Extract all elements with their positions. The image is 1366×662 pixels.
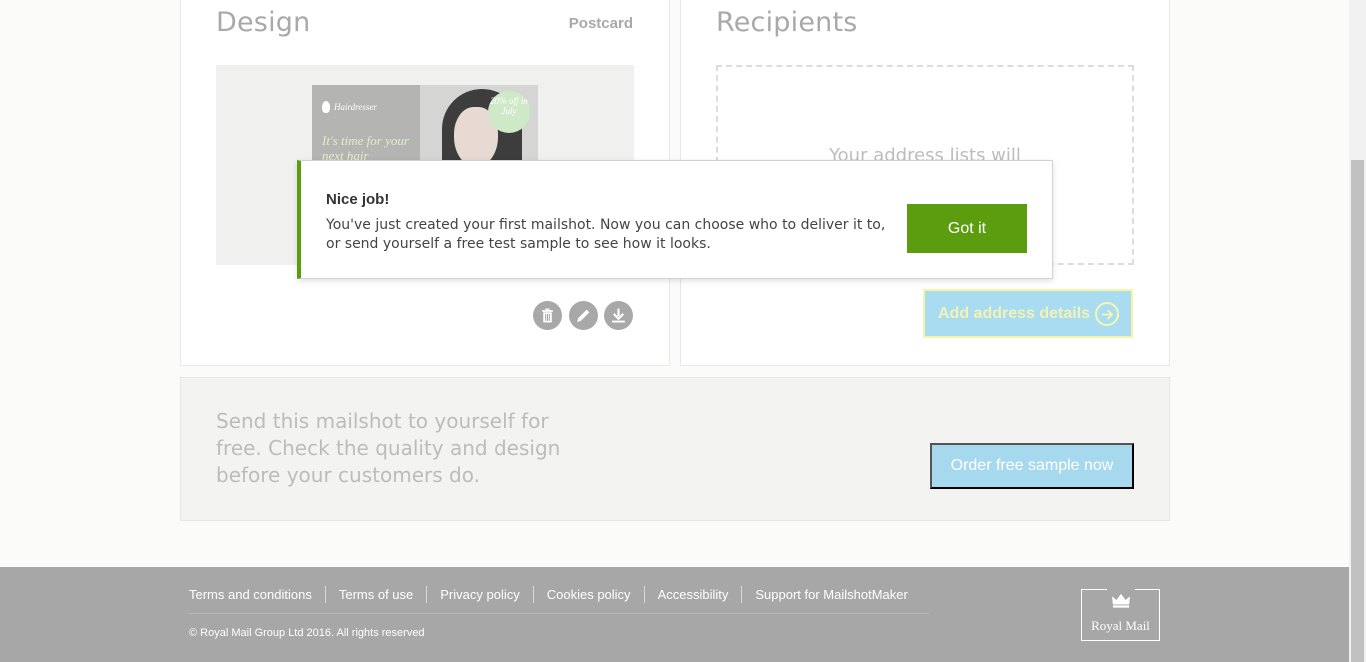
download-icon — [612, 308, 625, 323]
footer-link-accessibility[interactable]: Accessibility — [643, 586, 742, 603]
footer-link-cookies-policy[interactable]: Cookies policy — [532, 586, 644, 603]
footer: Terms and conditions Terms of use Privac… — [0, 567, 1349, 662]
design-title: Design — [216, 7, 311, 38]
pencil-icon — [577, 309, 590, 322]
got-it-button[interactable]: Got it — [907, 204, 1027, 253]
scrollbar-thumb[interactable] — [1351, 160, 1364, 662]
page: Design Postcard Hairdresser It's time fo… — [0, 0, 1349, 662]
success-dialog: Nice job! You've just created your first… — [297, 160, 1053, 279]
footer-link-terms-conditions[interactable]: Terms and conditions — [189, 586, 325, 603]
postcard-brand: Hairdresser — [322, 101, 377, 113]
add-address-label: Add address details — [938, 304, 1091, 322]
footer-link-privacy-policy[interactable]: Privacy policy — [426, 586, 532, 603]
free-sample-text: Send this mailshot to yourself for free.… — [216, 409, 561, 487]
edit-design-button[interactable] — [569, 301, 598, 330]
royal-mail-logo[interactable]: Royal Mail — [1081, 589, 1160, 641]
format-label: Postcard — [568, 15, 633, 32]
postcard-tagline: It's time for your next hair — [322, 133, 409, 163]
download-design-button[interactable] — [604, 301, 633, 330]
postcard-discount-badge: 20% off in July — [488, 91, 530, 133]
recipients-title: Recipients — [716, 7, 858, 38]
footer-link-support[interactable]: Support for MailshotMaker — [741, 586, 920, 603]
royal-mail-logo-text: Royal Mail — [1091, 618, 1150, 633]
footer-copyright: © Royal Mail Group Ltd 2016. All rights … — [189, 627, 425, 639]
dialog-message: You've just created your first mailshot.… — [326, 217, 886, 252]
arrow-right-icon — [1095, 302, 1119, 326]
footer-divider — [189, 613, 929, 614]
add-address-details-button[interactable]: Add address details — [923, 289, 1133, 338]
brand-logo-icon — [322, 101, 330, 113]
postcard-brand-name: Hairdresser — [334, 102, 377, 112]
delete-design-button[interactable] — [533, 301, 562, 330]
dialog-title: Nice job! — [326, 191, 390, 208]
trash-icon — [542, 308, 553, 323]
footer-link-terms-of-use[interactable]: Terms of use — [324, 586, 426, 603]
royal-mail-crown-icon — [1107, 589, 1135, 611]
footer-links: Terms and conditions Terms of use Privac… — [189, 586, 921, 603]
order-free-sample-button[interactable]: Order free sample now — [930, 443, 1134, 489]
